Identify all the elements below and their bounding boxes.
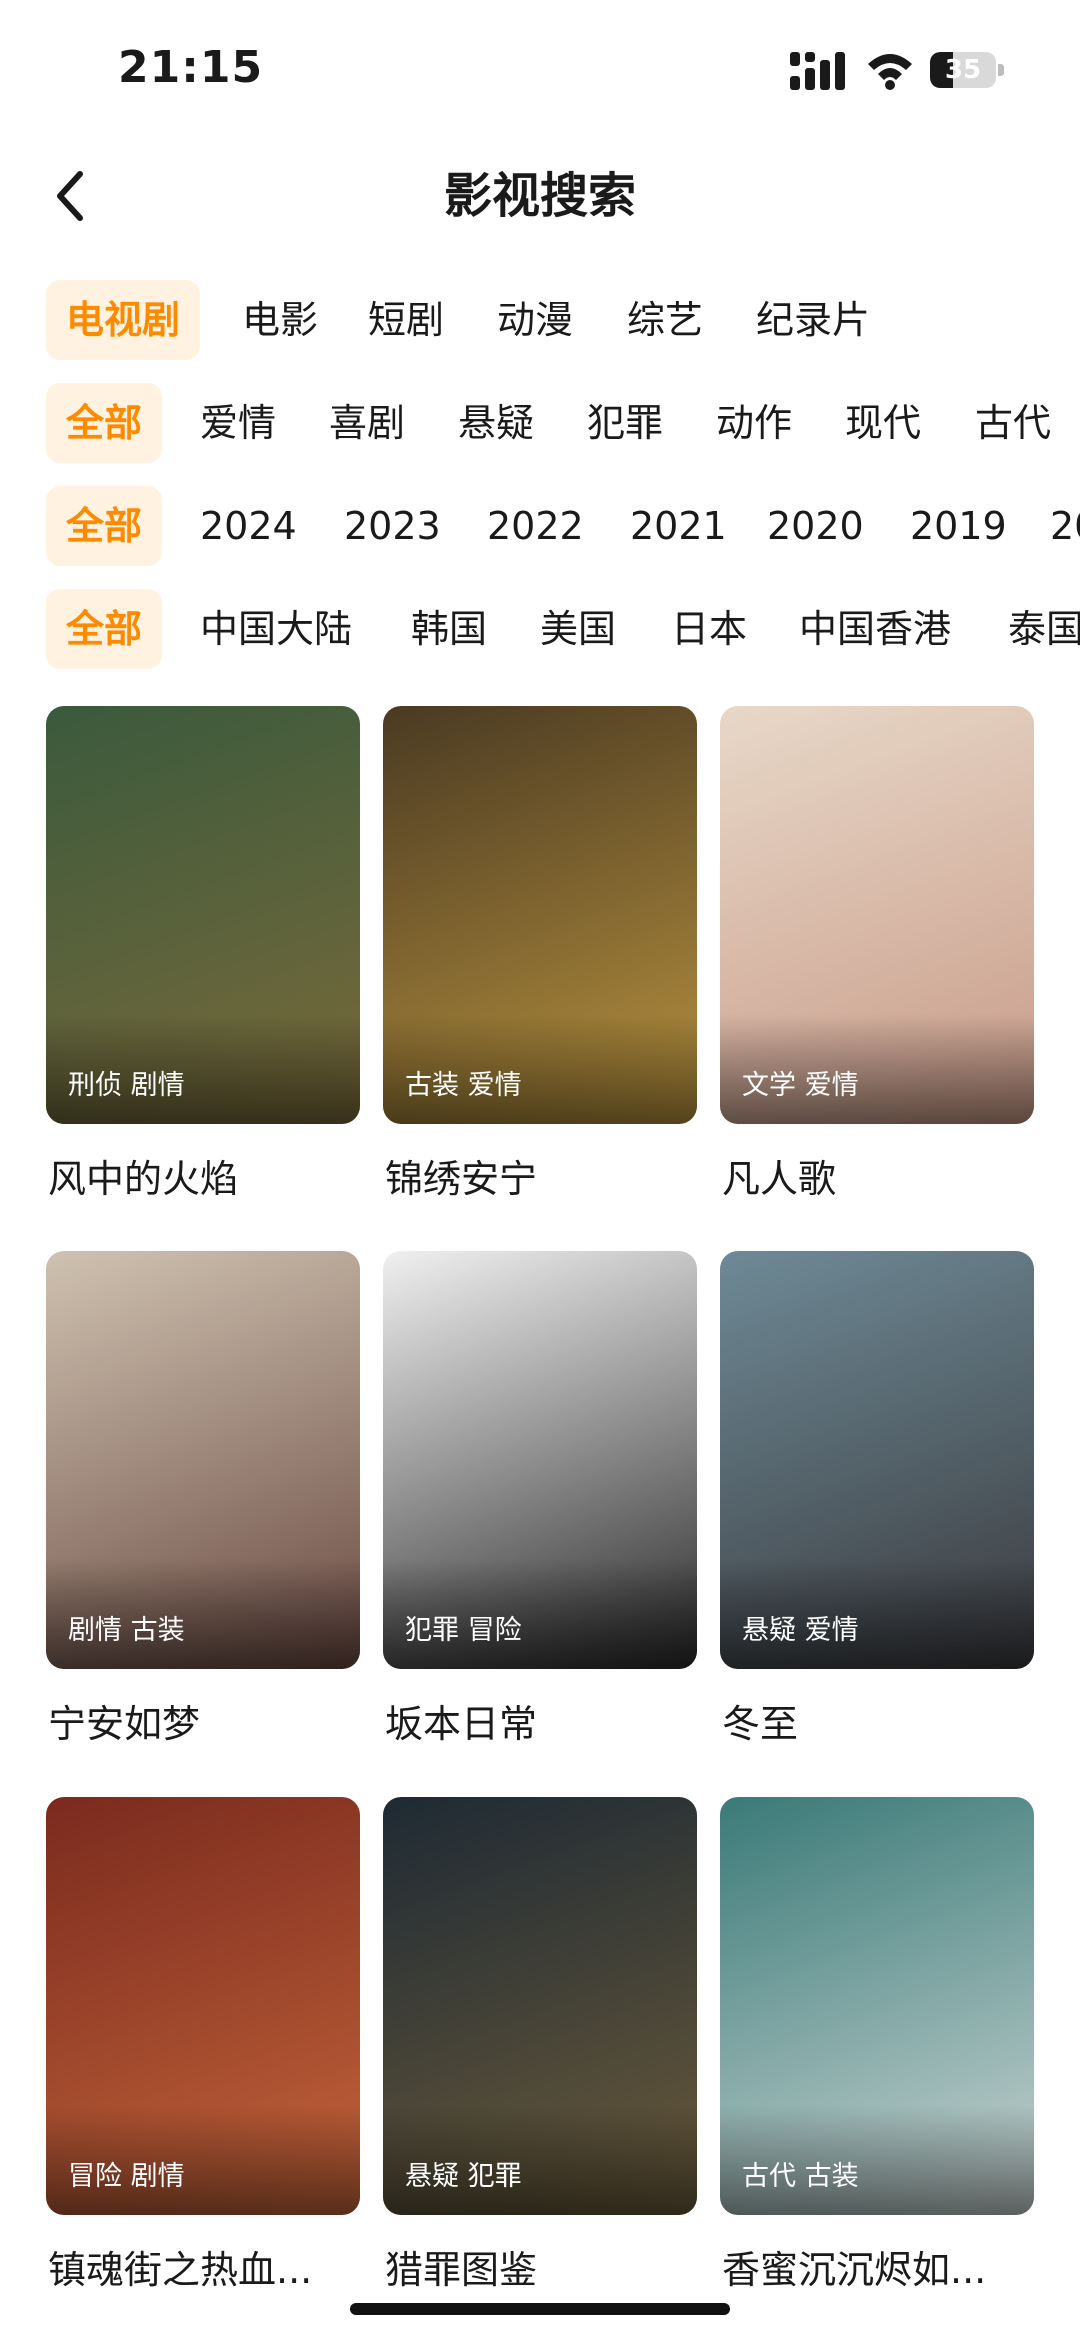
year-filter-row: 全部 2024 2023 2022 2021 2020 2019 20 <box>0 486 1080 566</box>
year-chip-2020[interactable]: 2020 <box>767 486 864 566</box>
poster-tags: 悬疑 爱情 <box>742 1615 859 1646</box>
cellular-signal-icon <box>790 52 845 90</box>
genre-chip-action[interactable]: 动作 <box>716 383 792 463</box>
genre-filter-row: 全部 爱情 喜剧 悬疑 犯罪 动作 现代 古代 <box>0 383 1080 463</box>
genre-chip-crime[interactable]: 犯罪 <box>587 383 663 463</box>
poster-tags: 古装 爱情 <box>405 1070 522 1101</box>
genre-chip-all[interactable]: 全部 <box>46 383 163 463</box>
poster-tags: 犯罪 冒险 <box>405 1615 522 1646</box>
poster-image[interactable]: 刑侦 剧情 <box>46 706 360 1124</box>
card-title[interactable]: 锦绣安宁 <box>385 1154 705 1204</box>
region-filter-row: 全部 中国大陆 韩国 美国 日本 中国香港 泰国 <box>0 589 1080 669</box>
type-chip-short[interactable]: 短剧 <box>368 280 444 360</box>
genre-chip-romance[interactable]: 爱情 <box>200 383 276 463</box>
year-chip-2019[interactable]: 2019 <box>910 486 1007 566</box>
region-chip-hongkong[interactable]: 中国香港 <box>799 589 951 669</box>
genre-chip-mystery[interactable]: 悬疑 <box>458 383 534 463</box>
type-chip-anime[interactable]: 动漫 <box>497 280 573 360</box>
region-chip-all[interactable]: 全部 <box>46 589 163 669</box>
year-chip-all[interactable]: 全部 <box>46 486 163 566</box>
card-title[interactable]: 坂本日常 <box>385 1699 705 1749</box>
region-chip-japan[interactable]: 日本 <box>671 589 747 669</box>
poster-image[interactable]: 冒险 剧情 <box>46 1797 360 2215</box>
poster-image[interactable]: 文学 爱情 <box>720 706 1034 1124</box>
home-indicator <box>350 2303 730 2315</box>
type-chip-documentary[interactable]: 纪录片 <box>756 280 870 360</box>
poster-image[interactable]: 古装 爱情 <box>383 706 697 1124</box>
year-chip-2024[interactable]: 2024 <box>200 486 297 566</box>
type-chip-movie[interactable]: 电影 <box>242 280 318 360</box>
poster-image[interactable]: 犯罪 冒险 <box>383 1251 697 1669</box>
card-title[interactable]: 镇魂街之热血... <box>48 2245 368 2295</box>
card-title[interactable]: 宁安如梦 <box>48 1699 368 1749</box>
poster-tags: 悬疑 犯罪 <box>405 2161 522 2192</box>
region-chip-usa[interactable]: 美国 <box>540 589 616 669</box>
battery-level: 35 <box>944 55 982 85</box>
poster-image[interactable]: 悬疑 爱情 <box>720 1251 1034 1669</box>
poster-tags: 刑侦 剧情 <box>68 1070 185 1101</box>
region-chip-korea[interactable]: 韩国 <box>411 589 487 669</box>
genre-chip-ancient[interactable]: 古代 <box>975 383 1051 463</box>
year-chip-partial[interactable]: 20 <box>1050 486 1080 566</box>
year-chip-2021[interactable]: 2021 <box>630 486 727 566</box>
status-bar: 21:15 35 <box>0 0 1080 130</box>
page-title: 影视搜索 <box>443 168 636 224</box>
poster-tags: 文学 爱情 <box>742 1070 859 1101</box>
year-chip-2022[interactable]: 2022 <box>487 486 584 566</box>
poster-image[interactable]: 悬疑 犯罪 <box>383 1797 697 2215</box>
poster-image[interactable]: 古代 古装 <box>720 1797 1034 2215</box>
region-chip-thailand[interactable]: 泰国 <box>1008 589 1080 669</box>
poster-tags: 剧情 古装 <box>68 1615 185 1646</box>
battery-icon: 35 <box>930 52 1006 90</box>
genre-chip-comedy[interactable]: 喜剧 <box>329 383 405 463</box>
poster-image[interactable]: 剧情 古装 <box>46 1251 360 1669</box>
region-chip-mainland[interactable]: 中国大陆 <box>200 589 352 669</box>
year-chip-2023[interactable]: 2023 <box>344 486 441 566</box>
poster-tags: 古代 古装 <box>742 2161 859 2192</box>
genre-chip-modern[interactable]: 现代 <box>845 383 921 463</box>
type-chip-variety[interactable]: 综艺 <box>627 280 703 360</box>
card-title[interactable]: 风中的火焰 <box>48 1154 368 1204</box>
status-time: 21:15 <box>118 42 264 93</box>
type-chip-tv[interactable]: 电视剧 <box>46 280 201 360</box>
poster-tags: 冒险 剧情 <box>68 2161 185 2192</box>
card-title[interactable]: 香蜜沉沉烬如... <box>722 2245 1042 2295</box>
type-filter-row: 电视剧 电影 短剧 动漫 综艺 纪录片 <box>0 280 1080 360</box>
card-title[interactable]: 冬至 <box>722 1699 1042 1749</box>
wifi-icon <box>868 54 912 90</box>
nav-bar: 影视搜索 <box>0 150 1080 240</box>
card-title[interactable]: 凡人歌 <box>722 1154 1042 1204</box>
card-title[interactable]: 猎罪图鉴 <box>385 2245 705 2295</box>
